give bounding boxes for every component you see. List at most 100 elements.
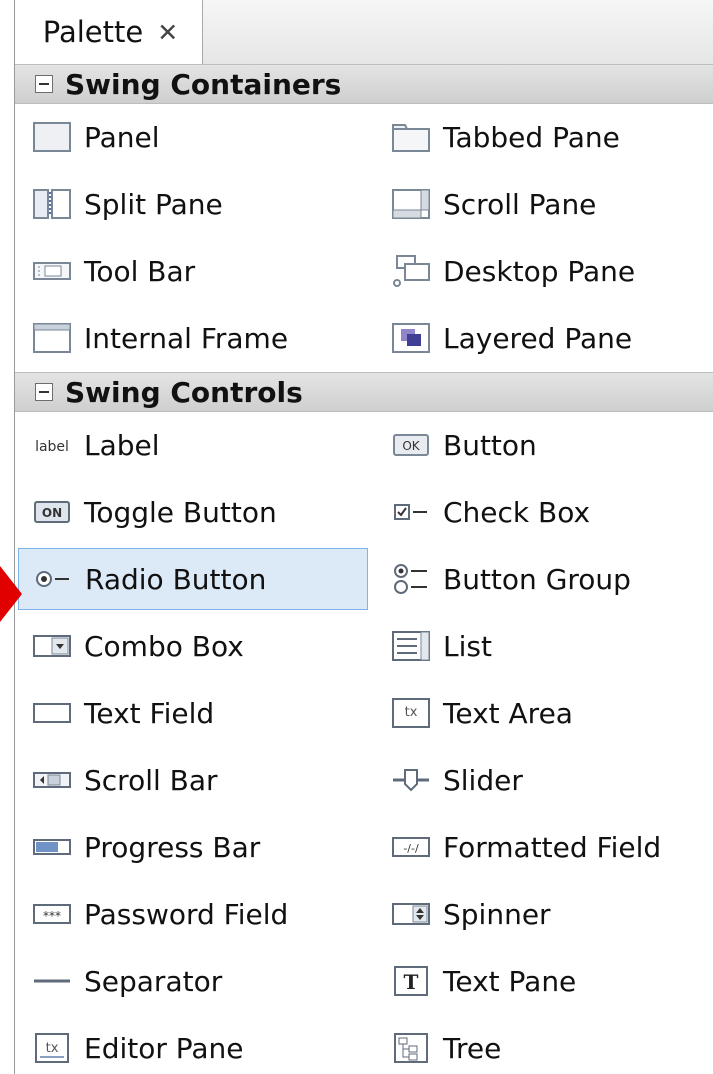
slider-icon	[387, 760, 435, 800]
palette-item-label: Panel	[84, 120, 160, 154]
palette-item-password-field[interactable]: *** Password Field	[18, 883, 368, 945]
palette-item-label: Internal Frame	[84, 321, 289, 355]
palette-item-editor-pane[interactable]: tx Editor Pane	[18, 1017, 368, 1074]
palette-item-split-pane[interactable]: Split Pane	[18, 173, 368, 235]
palette-item-label: Editor Pane	[84, 1031, 244, 1065]
palette-item-label: Layered Pane	[443, 321, 633, 355]
text-area-icon: tx	[387, 693, 435, 733]
palette-item-label: Button	[443, 428, 537, 462]
palette-item-combo-box[interactable]: Combo Box	[18, 615, 368, 677]
palette-item-label: Text Area	[443, 696, 573, 730]
palette-item-label: Separator	[84, 964, 223, 998]
layered-pane-icon	[387, 318, 435, 358]
palette-item-button[interactable]: OK Button	[377, 414, 713, 476]
palette-item-label: Radio Button	[85, 562, 267, 596]
palette-tab[interactable]: Palette ✕	[15, 0, 203, 64]
palette-item-label: Label	[84, 428, 160, 462]
palette-item-internal-frame[interactable]: Internal Frame	[18, 307, 368, 369]
collapse-toggle-icon[interactable]	[35, 75, 53, 93]
svg-text:-/-/: -/-/	[403, 842, 419, 855]
palette-item-scroll-bar[interactable]: Scroll Bar	[18, 749, 368, 811]
palette-item-scroll-pane[interactable]: Scroll Pane	[377, 173, 713, 235]
palette-item-label: Spinner	[443, 897, 551, 931]
password-field-icon: ***	[28, 894, 76, 934]
palette-item-tree[interactable]: Tree	[377, 1017, 713, 1074]
internal-frame-icon	[28, 318, 76, 358]
button-icon: OK	[387, 425, 435, 465]
palette-item-label: Text Pane	[443, 964, 577, 998]
formatted-field-icon: -/-/	[387, 827, 435, 867]
palette-item-progress-bar[interactable]: Progress Bar	[18, 816, 368, 878]
palette-tab-title: Palette	[42, 15, 144, 49]
tabbed-pane-icon	[387, 117, 435, 157]
combo-box-icon	[28, 626, 76, 666]
palette-item-label: Formatted Field	[443, 830, 662, 864]
progress-bar-icon	[28, 827, 76, 867]
palette-item-button-group[interactable]: Button Group	[377, 548, 713, 610]
scroll-pane-icon	[387, 184, 435, 224]
palette-item-spinner[interactable]: Spinner	[377, 883, 713, 945]
svg-text:label: label	[35, 439, 69, 455]
spinner-icon	[387, 894, 435, 934]
palette-item-label: Tree	[443, 1031, 502, 1065]
pointer-arrow-icon	[0, 566, 22, 622]
palette-window: Palette ✕ Swing Containers Panel Tabbed Pa…	[14, 0, 713, 1074]
svg-text:tx: tx	[405, 705, 418, 720]
svg-text:T: T	[404, 970, 419, 994]
palette-item-label: Text Field	[84, 696, 215, 730]
palette-item-label: Combo Box	[84, 629, 244, 663]
category-header[interactable]: Swing Containers	[15, 64, 713, 104]
palette-item-slider[interactable]: Slider	[377, 749, 713, 811]
palette-item-list[interactable]: List	[377, 615, 713, 677]
palette-item-label: Check Box	[443, 495, 591, 529]
collapse-toggle-icon[interactable]	[35, 383, 53, 401]
palette-item-formatted-field[interactable]: -/-/ Formatted Field	[377, 816, 713, 878]
text-field-icon	[28, 693, 76, 733]
label-icon: label	[28, 425, 76, 465]
palette-item-panel[interactable]: Panel	[18, 106, 368, 168]
palette-item-tabbed-pane[interactable]: Tabbed Pane	[377, 106, 713, 168]
list-icon	[387, 626, 435, 666]
palette-item-label: Tool Bar	[84, 254, 196, 288]
panel-icon	[28, 117, 76, 157]
palette-item-separator[interactable]: Separator	[18, 950, 368, 1012]
palette-item-label: Tabbed Pane	[443, 120, 620, 154]
palette-item-label: Slider	[443, 763, 523, 797]
svg-text:tx: tx	[46, 1041, 59, 1056]
palette-item-label: Desktop Pane	[443, 254, 636, 288]
svg-text:***: ***	[43, 909, 61, 923]
palette-tab-strip: Palette ✕	[15, 0, 713, 65]
palette-item-tool-bar[interactable]: Tool Bar	[18, 240, 368, 302]
category-header[interactable]: Swing Controls	[15, 372, 713, 412]
palette-item-label: Button Group	[443, 562, 631, 596]
desktop-pane-icon	[387, 251, 435, 291]
palette-item-label: Scroll Pane	[443, 187, 597, 221]
palette-item-check-box[interactable]: Check Box	[377, 481, 713, 543]
close-icon[interactable]: ✕	[157, 20, 178, 45]
category-label: Swing Containers	[65, 67, 342, 101]
palette-item-radio-button[interactable]: Radio Button	[18, 548, 368, 610]
radio-button-icon	[29, 559, 77, 599]
toggle-button-icon: ON	[28, 492, 76, 532]
palette-item-text-pane[interactable]: T Text Pane	[377, 950, 713, 1012]
tree-icon	[387, 1028, 435, 1068]
svg-text:ON: ON	[42, 506, 62, 520]
category-label: Swing Controls	[65, 375, 303, 409]
palette-item-layered-pane[interactable]: Layered Pane	[377, 307, 713, 369]
svg-text:OK: OK	[402, 439, 420, 453]
palette-item-toggle-button[interactable]: ON Toggle Button	[18, 481, 368, 543]
palette-item-text-field[interactable]: Text Field	[18, 682, 368, 744]
check-box-icon	[387, 492, 435, 532]
separator-icon	[28, 961, 76, 1001]
text-pane-icon: T	[387, 961, 435, 1001]
palette-item-desktop-pane[interactable]: Desktop Pane	[377, 240, 713, 302]
tool-bar-icon	[28, 251, 76, 291]
button-group-icon	[387, 559, 435, 599]
palette-item-text-area[interactable]: tx Text Area	[377, 682, 713, 744]
palette-item-label[interactable]: label Label	[18, 414, 368, 476]
palette-item-label: Split Pane	[84, 187, 223, 221]
palette-item-label: Password Field	[84, 897, 289, 931]
split-pane-icon	[28, 184, 76, 224]
palette-item-label: Toggle Button	[84, 495, 277, 529]
palette-item-label: Scroll Bar	[84, 763, 218, 797]
